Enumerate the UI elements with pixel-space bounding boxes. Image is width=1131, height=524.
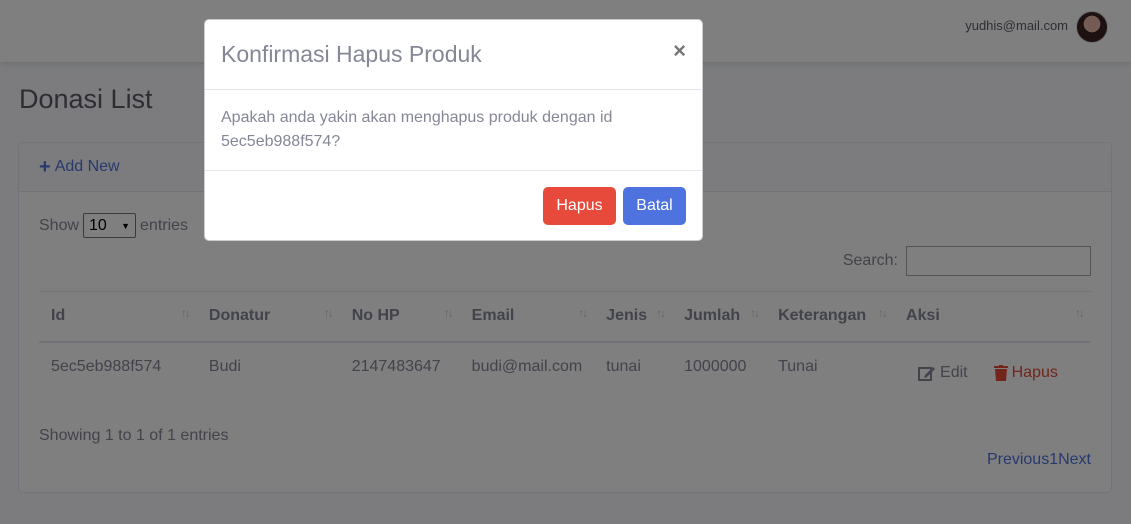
modal-title: Konfirmasi Hapus Produk: [221, 41, 482, 67]
modal-footer: Hapus Batal: [205, 170, 702, 242]
modal-header: Konfirmasi Hapus Produk ×: [205, 20, 702, 90]
confirm-delete-modal: Konfirmasi Hapus Produk × Apakah anda ya…: [204, 19, 703, 241]
close-icon[interactable]: ×: [673, 38, 686, 64]
modal-message: Apakah anda yakin akan menghapus produk …: [221, 109, 613, 126]
batal-button[interactable]: Batal: [623, 187, 686, 225]
modal-message-id: 5ec5eb988f574?: [221, 133, 341, 150]
modal-body: Apakah anda yakin akan menghapus produk …: [221, 106, 681, 154]
hapus-button[interactable]: Hapus: [543, 187, 616, 225]
